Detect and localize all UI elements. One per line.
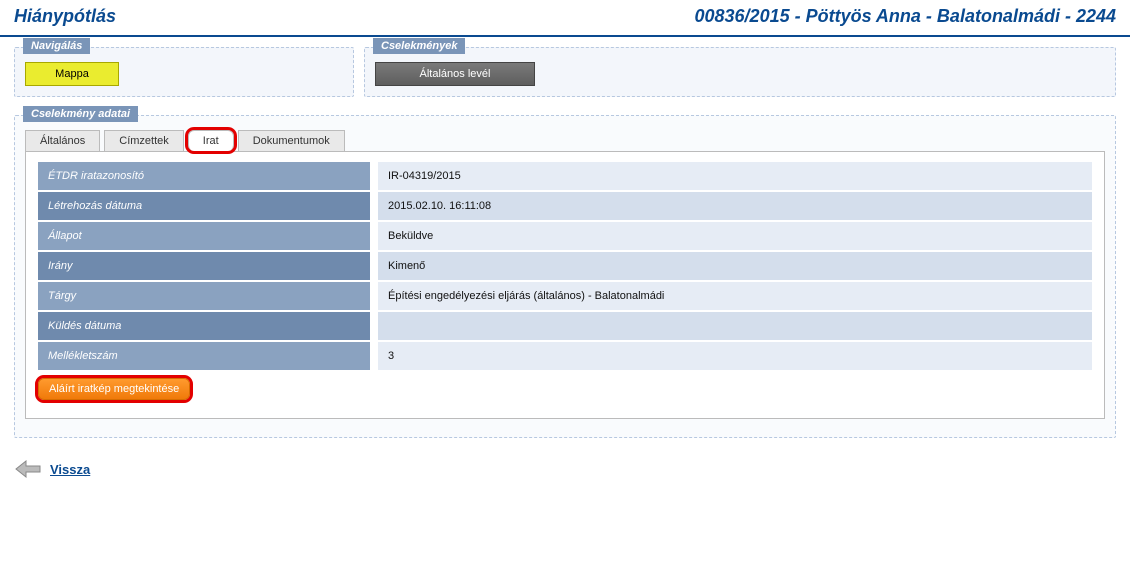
back-arrow-icon (14, 458, 44, 480)
label-allapot: Állapot (38, 222, 370, 250)
page-title: Hiánypótlás (14, 6, 116, 27)
tab-content-irat: ÉTDR iratazonosító IR-04319/2015 Létreho… (25, 151, 1105, 419)
back-row: Vissza (0, 448, 1130, 500)
tab-altalanos[interactable]: Általános (25, 130, 100, 151)
label-mellekletszam: Mellékletszám (38, 342, 370, 370)
value-allapot: Beküldve (378, 222, 1092, 250)
row-targy: Tárgy Építési engedélyezési eljárás (ált… (38, 282, 1092, 310)
nav-panel: Navigálás Mappa (14, 47, 354, 97)
tab-cimzettek[interactable]: Címzettek (104, 130, 184, 151)
row-letrehozas: Létrehozás dátuma 2015.02.10. 16:11:08 (38, 192, 1092, 220)
label-iratazonosito: ÉTDR iratazonosító (38, 162, 370, 190)
value-kuldes (378, 312, 1092, 340)
case-context: 00836/2015 - Pöttyös Anna - Balatonalmád… (695, 6, 1117, 27)
row-mellekletszam: Mellékletszám 3 (38, 342, 1092, 370)
tab-bar: Általános Címzettek Irat Dokumentumok (25, 130, 1105, 151)
label-irany: Irány (38, 252, 370, 280)
action-row: Aláírt iratkép megtekintése (38, 378, 1092, 400)
actions-panel-label: Cselekmények (373, 38, 465, 54)
value-targy: Építési engedélyezési eljárás (általános… (378, 282, 1092, 310)
back-link[interactable]: Vissza (50, 462, 90, 477)
value-mellekletszam: 3 (378, 342, 1092, 370)
label-kuldes: Küldés dátuma (38, 312, 370, 340)
row-iratazonosito: ÉTDR iratazonosító IR-04319/2015 (38, 162, 1092, 190)
case-data-panel: Cselekmény adatai Általános Címzettek Ir… (14, 115, 1116, 438)
row-kuldes: Küldés dátuma (38, 312, 1092, 340)
mappa-button[interactable]: Mappa (25, 62, 119, 86)
label-targy: Tárgy (38, 282, 370, 310)
value-iratazonosito: IR-04319/2015 (378, 162, 1092, 190)
page-header: Hiánypótlás 00836/2015 - Pöttyös Anna - … (0, 0, 1130, 37)
general-letter-button[interactable]: Általános levél (375, 62, 535, 86)
value-irany: Kimenő (378, 252, 1092, 280)
value-letrehozas: 2015.02.10. 16:11:08 (378, 192, 1092, 220)
row-irany: Irány Kimenő (38, 252, 1092, 280)
actions-panel: Cselekmények Általános levél (364, 47, 1116, 97)
top-panels: Navigálás Mappa Cselekmények Általános l… (0, 37, 1130, 97)
case-data-panel-label: Cselekmény adatai (23, 106, 138, 122)
nav-panel-label: Navigálás (23, 38, 90, 54)
row-allapot: Állapot Beküldve (38, 222, 1092, 250)
tab-irat[interactable]: Irat (188, 130, 234, 151)
tab-dokumentumok[interactable]: Dokumentumok (238, 130, 345, 151)
view-signed-document-button[interactable]: Aláírt iratkép megtekintése (38, 378, 190, 400)
label-letrehozas: Létrehozás dátuma (38, 192, 370, 220)
